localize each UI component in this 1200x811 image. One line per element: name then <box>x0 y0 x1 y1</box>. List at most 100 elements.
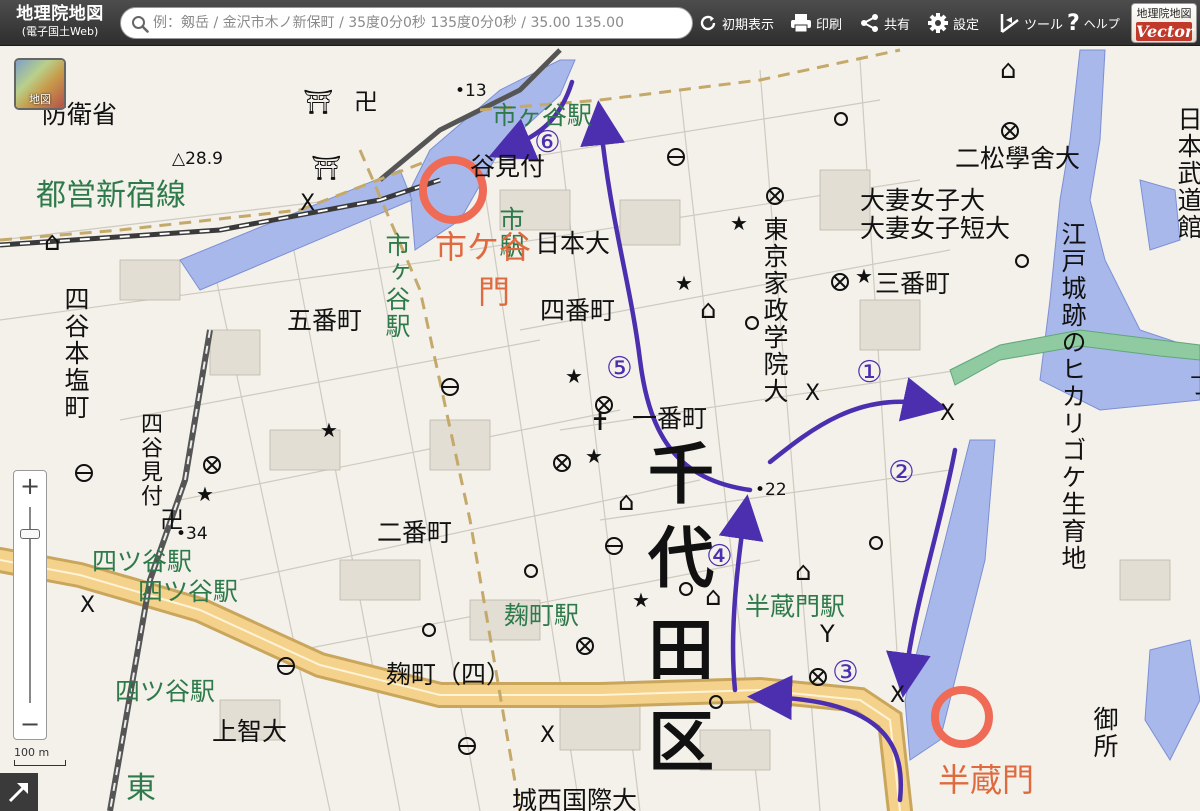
label-ichigaya-station-vertical: 市ヶ谷駅 <box>382 232 411 340</box>
label-josai-international: 城西国際大 <box>512 786 638 811</box>
search-icon <box>132 16 149 33</box>
app-brand[interactable]: 地理院地図 (電子国土Web) <box>4 3 116 39</box>
label-chiyoda-3: 田 <box>648 612 714 689</box>
label-nihon-university: 日本大 <box>535 229 611 258</box>
svg-text:⛩: ⛩ <box>311 154 341 182</box>
label-otsuma-junior-college: 大妻女子短大 <box>860 214 1011 243</box>
label-chiyoda-1: 千 <box>648 436 714 513</box>
svg-text:⌂: ⌂ <box>700 295 717 325</box>
svg-text:X: X <box>540 723 555 748</box>
svg-text:卍: 卍 <box>354 88 378 116</box>
label-gosho: 御所 <box>1090 706 1119 760</box>
scale-label: 100 m <box>14 746 50 759</box>
search-box[interactable] <box>120 7 693 39</box>
svg-text:★: ★ <box>196 482 214 506</box>
help-icon: ? <box>1067 10 1080 36</box>
vector-logo-button[interactable]: 地理院地図 Vector <box>1131 3 1197 43</box>
label-cho: 丁 <box>1190 376 1200 398</box>
zoom-slider-thumb[interactable] <box>20 529 40 539</box>
building-blocks <box>119 169 1171 771</box>
label-gobancho: 五番町 <box>287 306 363 335</box>
gear-icon <box>928 13 948 33</box>
label-yotsuya-station-2: 四ツ谷駅 <box>138 577 239 606</box>
svg-text:X: X <box>300 191 315 216</box>
label-edojo-hikarigoke: 江戸城跡のヒカリゴケ生育地 <box>1058 221 1087 572</box>
zoom-in-button[interactable]: + <box>14 471 46 501</box>
map-canvas[interactable]: XX XX XX ★ ★ ★ ★ ★ ★ ★ ★ ⌂ ⌂ ⌂ ⌂ ⌂ ⌂ ⛩ ⛩ 卍卍 ✝ Y … <box>0 46 1200 811</box>
label-chiyoda-2: 代 <box>648 520 714 597</box>
expand-arrow-icon <box>8 782 29 803</box>
label-elevation-28-9: △28.9 <box>172 149 223 169</box>
tools-icon <box>1000 14 1019 33</box>
svg-text:⌂: ⌂ <box>1000 55 1017 85</box>
label-higashi: 東 <box>126 771 156 806</box>
app-title: 地理院地図 <box>16 4 104 24</box>
layer-label: 地図 <box>29 93 51 106</box>
svg-text:⌂: ⌂ <box>618 487 635 517</box>
svg-text:★: ★ <box>320 418 338 442</box>
label-sophia-university: 上智大 <box>212 717 288 746</box>
label-yonbancho: 四番町 <box>540 296 616 325</box>
search-input[interactable] <box>153 8 691 38</box>
share-button[interactable]: 共有 <box>860 8 910 38</box>
initial-view-label: 初期表示 <box>722 17 775 33</box>
svg-text:X: X <box>890 683 905 708</box>
help-button[interactable]: ? ヘルプ <box>1067 8 1120 38</box>
help-label: ヘルプ <box>1083 16 1120 31</box>
settings-label: 設定 <box>953 17 980 33</box>
share-icon <box>861 14 878 32</box>
print-button[interactable]: 印刷 <box>790 8 842 38</box>
toolbar: 地理院地図 (電子国土Web) 初期表示 印刷 共有 <box>0 0 1200 46</box>
zoom-out-button[interactable]: − <box>14 709 46 739</box>
route-step-2: ② <box>888 455 915 490</box>
route-step-3: ③ <box>832 655 859 690</box>
svg-text:X: X <box>940 401 955 426</box>
label-elevation-22: •22 <box>755 480 787 500</box>
svg-text:★: ★ <box>585 444 603 468</box>
svg-text:X: X <box>80 593 95 618</box>
label-elevation-13: •13 <box>455 81 487 101</box>
refresh-icon <box>700 15 716 31</box>
initial-view-button[interactable]: 初期表示 <box>698 8 774 38</box>
svg-text:★: ★ <box>675 271 693 295</box>
label-yotsuya-honshiocho: 四谷本塩町 <box>61 286 90 421</box>
app-subtitle: (電子国土Web) <box>21 25 99 38</box>
label-nibancho: 二番町 <box>377 518 453 547</box>
layer-select-button[interactable]: 地図 <box>14 58 66 110</box>
svg-text:⛩: ⛩ <box>303 88 333 116</box>
label-hanzomon-station: 半蔵門駅 <box>745 592 846 621</box>
printer-icon <box>791 14 811 33</box>
scale-bar <box>14 760 66 766</box>
route-step-4: ④ <box>706 539 733 574</box>
svg-text:★: ★ <box>565 364 583 388</box>
logo-vector: Vector <box>1136 22 1194 41</box>
svg-text:Y: Y <box>819 620 835 648</box>
svg-text:X: X <box>805 381 820 406</box>
label-yotsuya-mitsuke: 四谷見付 <box>137 412 162 508</box>
svg-text:★: ★ <box>730 211 748 235</box>
label-hanzomon-gate: 半蔵門 <box>938 761 1035 799</box>
label-yotsuya-station-3: 四ツ谷駅 <box>115 677 216 706</box>
route-step-5: ⑤ <box>606 351 633 386</box>
label-kojimachi-4: 麹町（四） <box>386 660 512 689</box>
label-toei-shinjuku-line: 都営新宿線 <box>36 178 186 213</box>
label-nishogakusha-university: 二松學舍大 <box>955 144 1081 173</box>
settings-button[interactable]: 設定 <box>927 8 979 38</box>
label-tokyo-kasei-gakuin: 東京家政学院大 <box>760 216 789 405</box>
tools-label: ツール <box>1024 17 1064 33</box>
zoom-control: + − <box>13 470 47 740</box>
svg-text:⌂: ⌂ <box>795 557 812 587</box>
share-label: 共有 <box>884 17 911 33</box>
svg-text:★: ★ <box>855 264 873 288</box>
tools-button[interactable]: ツール <box>998 8 1063 38</box>
label-ichigaya-gate: 市ケ谷 <box>435 228 532 266</box>
expand-button[interactable] <box>0 773 38 811</box>
svg-text:✝: ✝ <box>590 408 610 436</box>
label-yotsuya-station-1: 四ツ谷駅 <box>92 547 193 576</box>
label-chiyoda-4: 区 <box>648 704 714 781</box>
route-step-1: ① <box>856 355 883 390</box>
label-sanbancho: 三番町 <box>875 269 951 298</box>
label-kojimachi-station: 麹町駅 <box>504 601 580 630</box>
label-otsuma-university: 大妻女子大 <box>860 186 986 215</box>
label-ichibancho: 一番町 <box>632 404 708 433</box>
